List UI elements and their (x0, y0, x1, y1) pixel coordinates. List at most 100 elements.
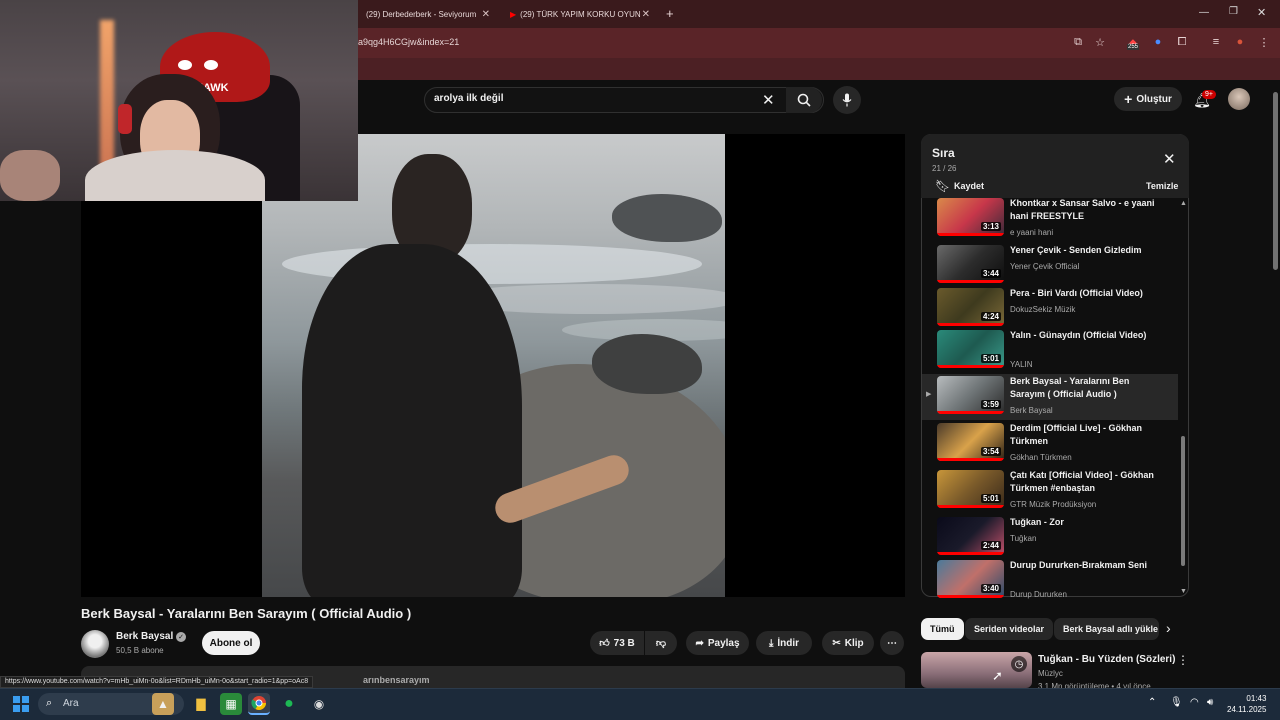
playlist-item-title[interactable]: Durup Dururken-Bırakmam Seni (1010, 559, 1160, 572)
playlist-item[interactable]: 3:40 Durup Dururken-Bırakmam Seni Durup … (922, 558, 1178, 604)
volume-icon[interactable]: 🔊︎ (1207, 697, 1213, 708)
watch-later-icon[interactable]: ◷ (1011, 656, 1027, 672)
widget-icon[interactable]: ▲ (152, 693, 174, 715)
scroll-down-icon[interactable]: ▼ (1180, 588, 1187, 595)
playlist-item[interactable]: 5:01 Yalın - Günaydın (Official Video) Y… (922, 328, 1178, 374)
playlist-position: 21 / 26 (932, 164, 957, 173)
playlist-item-title[interactable]: Yener Çevik - Senden Gizledim (1010, 244, 1160, 257)
like-button[interactable]: 👍︎ 73 B (590, 631, 644, 655)
close-tab-icon[interactable]: ✕ (482, 9, 490, 20)
playlist-item-title[interactable]: Derdim [Official Live] - Gökhan Türkmen (1010, 422, 1160, 448)
bookmark-star-icon[interactable]: ☆ (1092, 34, 1108, 50)
windows-start-icon[interactable] (13, 696, 29, 712)
chrome-icon[interactable] (248, 693, 270, 715)
video-duration: 4:24 (980, 312, 1001, 321)
create-button[interactable]: + Oluştur (1114, 87, 1182, 111)
clock-time: 01:43 (1246, 694, 1267, 703)
playlist-item-title[interactable]: Khontkar x Sansar Salvo - e yaani hani F… (1010, 197, 1160, 223)
close-playlist-icon[interactable]: ✕ (1163, 150, 1176, 168)
dislike-button[interactable]: 👎︎ (645, 631, 677, 655)
tab-derbederberk[interactable]: (29) Derbederberk - Seviyorum ✕ (358, 4, 498, 24)
share-button[interactable]: ➦ Paylaş (686, 631, 749, 655)
description-snippet: arınbensarayım (363, 675, 430, 685)
channel-avatar[interactable] (81, 630, 109, 658)
chip-series-videos[interactable]: Seriden videolar (965, 618, 1054, 640)
microphone-tray-icon[interactable]: 🎙︎ (1170, 697, 1183, 708)
obs-icon[interactable]: ◉ (308, 693, 330, 715)
taskbar-clock[interactable]: 01:43 24.11.2025 (1227, 693, 1266, 715)
recommended-title[interactable]: Tuğkan - Bu Yüzden (Sözleri) (1038, 654, 1175, 665)
save-playlist-button[interactable]: Kaydet (954, 181, 984, 191)
download-button[interactable]: ⤓ İndir (756, 631, 812, 655)
playlist-scrollbar[interactable] (1181, 436, 1185, 566)
video-thumbnail[interactable]: 3:13 (937, 198, 1004, 236)
playlist-item-current[interactable]: ▶ 3:59 Berk Baysal - Yaralarını Ben Sara… (922, 374, 1178, 420)
playlist-item[interactable]: 3:13 Khontkar x Sansar Salvo - e yaani h… (922, 196, 1178, 242)
account-avatar[interactable] (1228, 88, 1250, 110)
playlist-item[interactable]: 4:24 Pera - Biri Vardı (Official Video) … (922, 286, 1178, 332)
chip-channel-uploads[interactable]: Berk Baysal adlı yükle (1054, 618, 1159, 640)
minecraft-icon[interactable]: ▦ (220, 693, 242, 715)
playlist-item[interactable]: 2:44 Tuğkan - Zor Tuğkan (922, 515, 1178, 561)
voice-search-button[interactable] (833, 86, 861, 114)
restore-icon[interactable]: ❐ (1229, 6, 1238, 17)
spotify-icon[interactable]: ● (278, 693, 300, 715)
clear-playlist-button[interactable]: Temizle (1146, 181, 1178, 191)
playlist-item-title[interactable]: Yalın - Günaydın (Official Video) (1010, 329, 1160, 342)
video-thumbnail[interactable]: 5:01 (937, 470, 1004, 508)
playlist-item-channel: DokuzSekiz Müzik (1010, 305, 1076, 314)
playlist-item[interactable]: 5:01 Çatı Katı [Official Video] - Gökhan… (922, 468, 1178, 514)
url-text[interactable]: a9qg4H6CGjw&index=21 (358, 37, 459, 47)
subscribe-button[interactable]: Abone ol (202, 631, 260, 655)
shield-extension-icon[interactable]: ● (1150, 34, 1166, 50)
playlist-item-title[interactable]: Berk Baysal - Yaralarını Ben Sarayım ( O… (1010, 375, 1160, 401)
video-thumbnail[interactable]: 3:40 (937, 560, 1004, 598)
playlist-item[interactable]: 3:54 Derdim [Official Live] - Gökhan Tür… (922, 421, 1178, 467)
clear-search-icon[interactable]: ✕ (762, 91, 775, 109)
menu-kebab-icon[interactable]: ⋮ (1256, 34, 1272, 50)
close-window-icon[interactable]: ✕ (1257, 6, 1266, 19)
video-thumbnail[interactable]: 3:44 (937, 245, 1004, 283)
scroll-up-icon[interactable]: ▲ (1180, 200, 1187, 207)
video-thumbnail[interactable]: 3:54 (937, 423, 1004, 461)
playlist-item[interactable]: 3:44 Yener Çevik - Senden Gizledim Yener… (922, 243, 1178, 289)
playlist-item-title[interactable]: Tuğkan - Zor (1010, 516, 1160, 529)
more-vertical-icon[interactable]: ⋮ (1177, 653, 1189, 667)
chevron-right-icon[interactable]: › (1166, 620, 1171, 636)
profile-icon[interactable]: ● (1232, 34, 1248, 50)
search-button[interactable] (786, 87, 822, 113)
youtube-icon: ▶ (510, 9, 517, 19)
recommended-channel[interactable]: Müzlyc (1038, 669, 1063, 678)
video-thumbnail[interactable]: 2:44 (937, 517, 1004, 555)
video-thumbnail[interactable]: 5:01 (937, 330, 1004, 368)
playlist-item-title[interactable]: Çatı Katı [Official Video] - Gökhan Türk… (1010, 469, 1160, 495)
page-scrollbar-thumb[interactable] (1273, 92, 1278, 270)
video-duration: 3:44 (980, 269, 1001, 278)
media-icon[interactable]: ≡ (1208, 34, 1224, 50)
close-tab-icon[interactable]: ✕ (642, 9, 650, 20)
search-query[interactable]: arolya ilk değil (434, 93, 503, 104)
chip-all[interactable]: Tümü (921, 618, 964, 640)
clip-button[interactable]: ✂ Klip (822, 631, 874, 655)
channel-name[interactable]: Berk Baysal (116, 631, 173, 642)
minimize-icon[interactable]: — (1199, 7, 1209, 18)
subscriber-count: 50,5 B abone (116, 646, 164, 655)
video-frame[interactable] (262, 134, 725, 597)
clip-label: Klip (844, 637, 864, 649)
cast-icon[interactable]: ⧉ (1070, 34, 1086, 50)
bookmark-icon[interactable]: 🔖︎ (935, 179, 950, 193)
new-tab-button[interactable]: + (666, 6, 674, 21)
wifi-icon[interactable]: ◠ (1190, 697, 1199, 708)
tray-chevron-icon[interactable]: ⌃ (1148, 697, 1156, 708)
file-explorer-icon[interactable]: ▇ (190, 693, 212, 715)
link-status-bar: https://www.youtube.com/watch?v=mHb_uiMn… (0, 676, 314, 688)
puzzle-icon[interactable]: ⧠ (1174, 34, 1190, 50)
recommended-thumbnail[interactable]: ◷ (921, 652, 1032, 688)
video-duration: 5:01 (980, 494, 1001, 503)
video-thumbnail[interactable]: 3:59 (937, 376, 1004, 414)
taskbar-search-placeholder[interactable]: Ara (63, 698, 79, 709)
playlist-item-title[interactable]: Pera - Biri Vardı (Official Video) (1010, 287, 1160, 300)
more-actions-button[interactable]: ⋯ (880, 631, 904, 655)
tab-korku-oyun[interactable]: ▶ (29) TÜRK YAPIM KORKU OYUN ✕ (502, 4, 658, 24)
video-thumbnail[interactable]: 4:24 (937, 288, 1004, 326)
